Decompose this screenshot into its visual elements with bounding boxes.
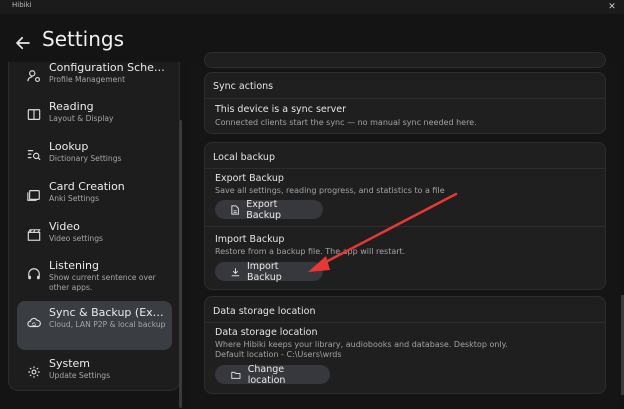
sidebar-item-subtitle: Show current sentence over other apps.: [49, 273, 156, 292]
sidebar-item-sync-backup[interactable]: Sync & Backup (Ex… Cloud, LAN P2P & loca…: [17, 301, 172, 350]
import-backup-description: Restore from a backup file. The app will…: [215, 247, 406, 256]
sync-actions-card: Sync actions This device is a sync serve…: [204, 72, 606, 134]
divider: [205, 226, 605, 227]
sidebar-item-lookup[interactable]: Lookup Dictionary Settings: [17, 137, 172, 175]
export-backup-label: Export Backup: [246, 198, 282, 221]
user-gear-icon: [27, 70, 40, 82]
sidebar-item-label: Configuration Sche…: [49, 62, 165, 74]
change-location-button[interactable]: Change location: [215, 363, 330, 386]
book-icon: [27, 109, 41, 120]
divider: [205, 168, 605, 169]
sidebar-item-reading[interactable]: Reading Layout & Display: [17, 97, 172, 135]
export-backup-title: Export Backup: [215, 173, 284, 184]
sidebar-item-listening[interactable]: Listening Show current sentence over oth…: [17, 256, 172, 300]
sidebar-item-configuration-scheme[interactable]: Configuration Sche… Profile Management: [17, 62, 172, 96]
sidebar-item-system[interactable]: System Update Settings: [17, 354, 172, 390]
close-icon: ✕: [608, 2, 616, 12]
sidebar-item-label: Video: [49, 220, 80, 233]
search-list-icon: [27, 150, 41, 161]
data-storage-card: Data storage location Data storage locat…: [204, 296, 606, 394]
previous-card: [204, 52, 606, 68]
sidebar-item-subtitle: Profile Management: [49, 75, 126, 84]
cloud-sync-icon: [27, 317, 41, 328]
import-backup-button[interactable]: Import Backup: [215, 260, 323, 283]
folder-icon: [231, 371, 241, 379]
settings-content: Sync actions This device is a sync serve…: [190, 52, 620, 409]
export-backup-description: Save all settings, reading progress, and…: [215, 186, 445, 195]
settings-sidebar: Configuration Sche… Profile Management R…: [8, 62, 180, 391]
system-gear-icon: [28, 366, 40, 378]
import-backup-title: Import Backup: [215, 234, 285, 245]
sidebar-item-label: Sync & Backup (Ex…: [49, 306, 164, 319]
file-icon: [231, 204, 239, 215]
change-location-label: Change location: [247, 363, 286, 386]
download-icon: [231, 267, 240, 276]
sidebar-item-video[interactable]: Video Video settings: [17, 217, 172, 255]
import-backup-label: Import Backup: [246, 260, 282, 283]
section-heading: Sync actions: [213, 81, 274, 92]
page-title: Settings: [42, 27, 125, 51]
sidebar-item-subtitle: Update Settings: [49, 371, 111, 380]
sidebar-item-subtitle: Layout & Display: [49, 114, 114, 123]
sidebar-item-subtitle: Video settings: [49, 234, 103, 243]
clapperboard-icon: [27, 229, 41, 241]
divider: [205, 322, 605, 323]
section-heading: Local backup: [213, 152, 275, 163]
local-backup-card: Local backup Export Backup Save all sett…: [204, 142, 606, 290]
sync-server-title: This device is a sync server: [215, 104, 347, 115]
window-close-button[interactable]: ✕: [600, 0, 624, 14]
sync-server-description: Connected clients start the sync — no ma…: [215, 118, 477, 127]
divider: [205, 98, 605, 99]
section-heading: Data storage location: [213, 306, 316, 317]
sidebar-item-label: Listening: [49, 259, 99, 272]
data-storage-description: Where Hibiki keeps your library, audiobo…: [215, 340, 508, 349]
sidebar-scrollbar[interactable]: [179, 120, 182, 408]
window-title-bar: Hibiki ✕: [0, 0, 624, 14]
data-storage-default-path: Default location - C:\Users\wrds: [215, 350, 342, 359]
cards-icon: [27, 190, 40, 201]
sidebar-item-label: Reading: [49, 100, 94, 113]
data-storage-title: Data storage location: [215, 327, 318, 338]
sidebar-item-subtitle: Dictionary Settings: [49, 154, 122, 163]
sidebar-item-subtitle: Anki Settings: [49, 194, 100, 203]
sidebar-item-label: Lookup: [49, 140, 89, 153]
sidebar-item-label: Card Creation: [49, 180, 125, 193]
sidebar-item-card-creation[interactable]: Card Creation Anki Settings: [17, 177, 172, 215]
sidebar-item-label: System: [49, 357, 91, 370]
sidebar-item-subtitle: Cloud, LAN P2P & local backup: [49, 320, 166, 329]
back-arrow-icon[interactable]: [14, 34, 32, 52]
export-backup-button[interactable]: Export Backup: [215, 198, 323, 221]
headphones-icon: [28, 268, 40, 280]
window-title: Hibiki: [12, 1, 32, 9]
